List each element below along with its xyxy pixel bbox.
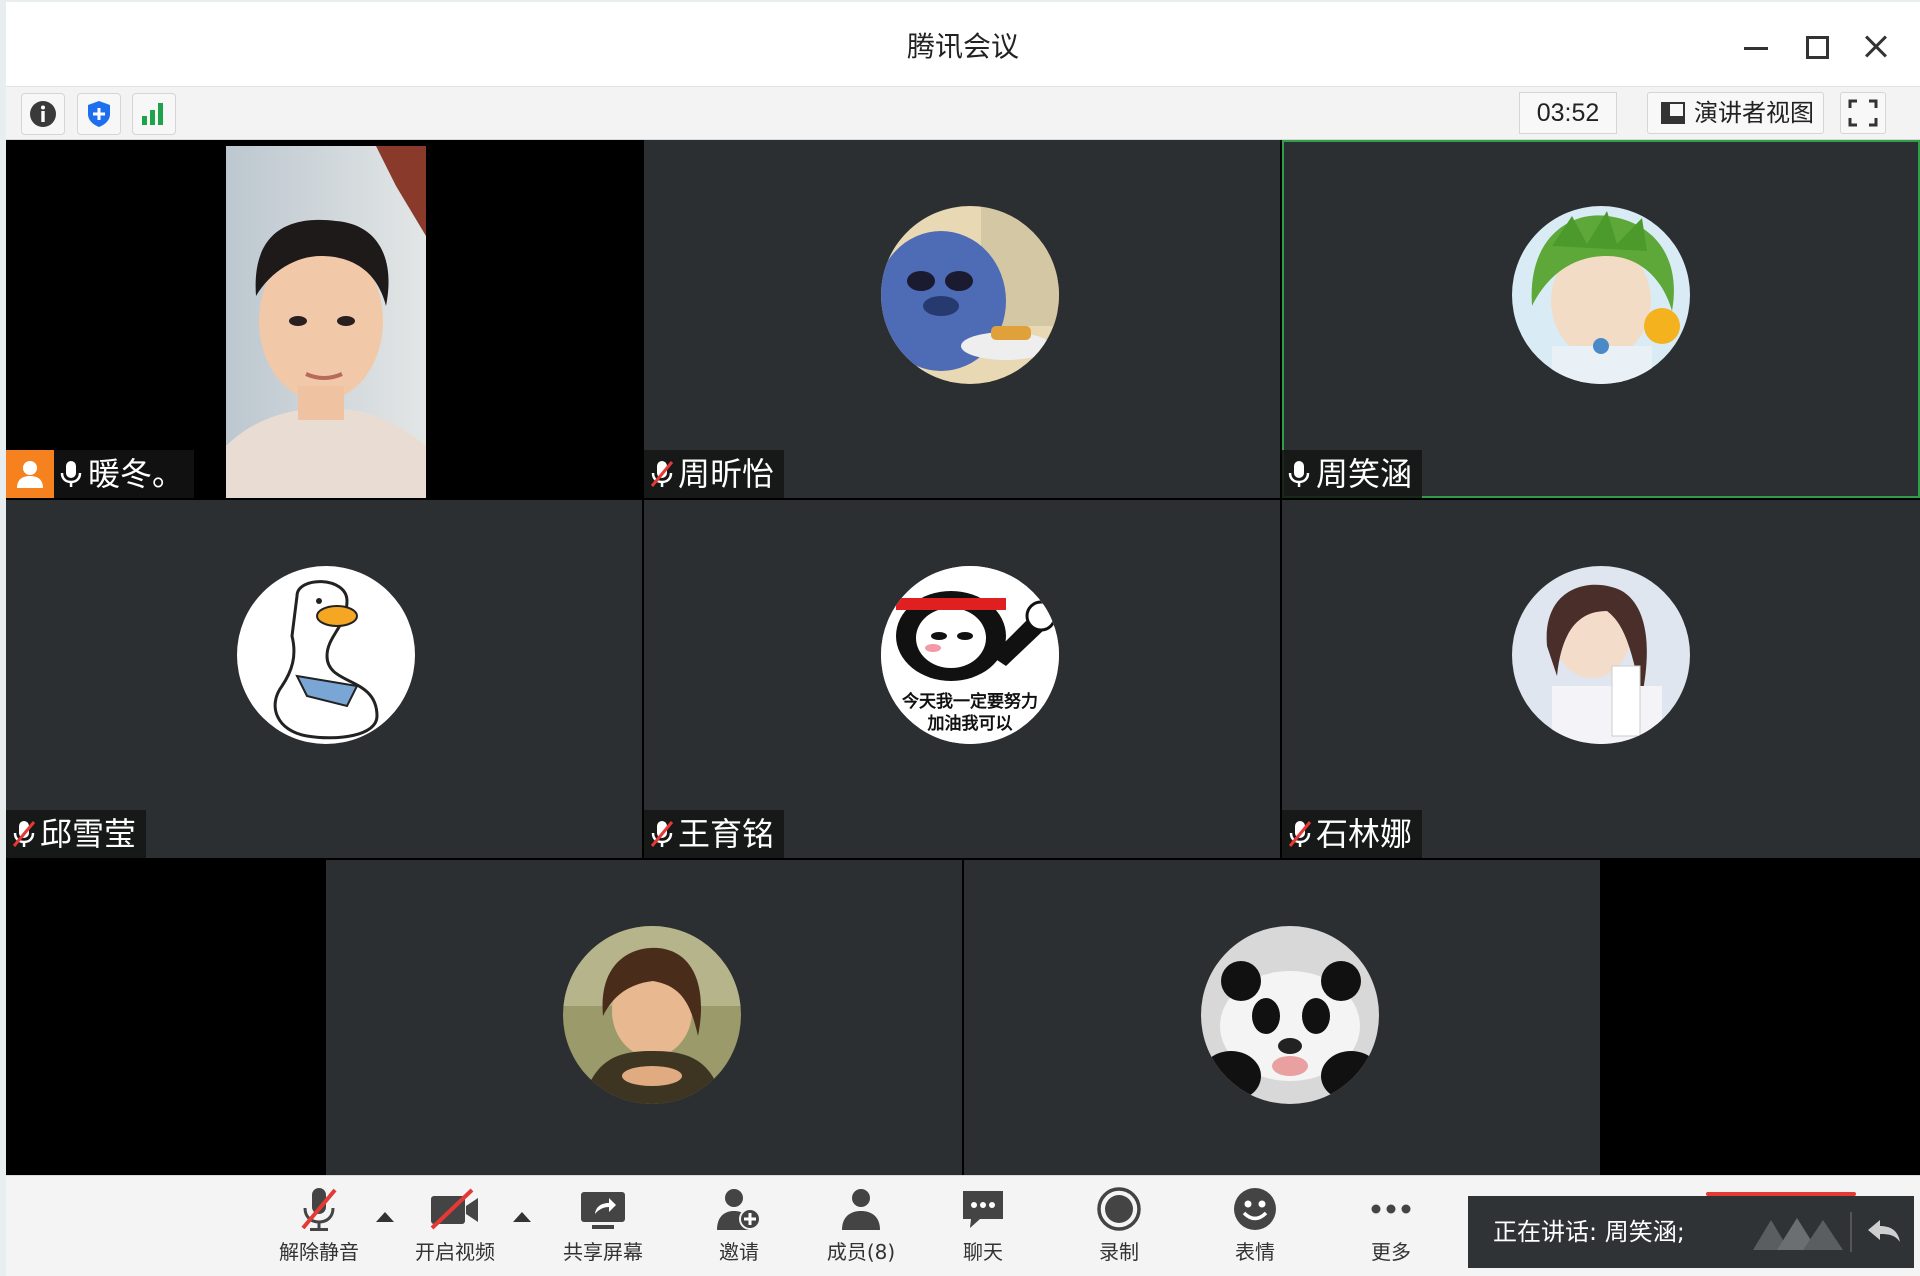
share-screen-button[interactable]: 共享屏幕 bbox=[548, 1186, 658, 1272]
fullscreen-icon bbox=[1848, 99, 1878, 127]
avatar bbox=[881, 206, 1059, 384]
camera-off-icon bbox=[430, 1188, 478, 1230]
avatar: 今天我一定要努力 加油我可以 bbox=[881, 566, 1059, 744]
participant-name-tag: 暖冬。 bbox=[6, 450, 195, 498]
emoji-icon bbox=[1234, 1188, 1276, 1230]
participant-name: 王育铭 bbox=[678, 815, 775, 853]
close-button[interactable] bbox=[1856, 26, 1896, 66]
shield-icon bbox=[88, 101, 110, 127]
host-icon bbox=[17, 461, 43, 488]
minimize-button[interactable] bbox=[1736, 26, 1776, 66]
members-icon bbox=[842, 1189, 880, 1230]
avatar-caption-line-1: 今天我一定要努力 bbox=[902, 692, 1038, 712]
video-tile-host[interactable]: 暖冬。 bbox=[6, 140, 642, 498]
unmute-label: 解除静音 bbox=[279, 1240, 359, 1264]
start-video-button[interactable]: 开启视频 bbox=[400, 1186, 510, 1272]
avatar bbox=[237, 566, 415, 744]
layout-icon bbox=[1661, 102, 1685, 124]
participant-name-tag: 周昕怡 bbox=[644, 450, 785, 498]
bottom-toolbar: 解除静音 开启视频 共享屏幕 邀请 成员(8) 聊天 录制 表情 更多 正在讲话… bbox=[6, 1175, 1920, 1276]
avatar bbox=[1512, 566, 1690, 744]
invite-label: 邀请 bbox=[719, 1240, 759, 1264]
invite-icon bbox=[717, 1189, 761, 1230]
more-label: 更多 bbox=[1371, 1240, 1411, 1264]
more-button[interactable]: 更多 bbox=[1336, 1186, 1446, 1272]
mic-on-icon bbox=[54, 450, 88, 498]
meeting-timer: 03:52 bbox=[1519, 92, 1617, 134]
avatar-caption-line-2: 加油我可以 bbox=[927, 714, 1013, 734]
mic-muted-icon bbox=[6, 810, 40, 858]
chat-icon bbox=[963, 1191, 1003, 1228]
speaker-view-label: 演讲者视图 bbox=[1694, 99, 1814, 127]
video-tile-active-speaker[interactable]: 周笑涵 bbox=[1282, 140, 1920, 498]
reaction-button[interactable]: 表情 bbox=[1200, 1186, 1310, 1272]
info-icon bbox=[30, 101, 56, 127]
signal-icon bbox=[142, 103, 163, 125]
speaker-view-button[interactable]: 演讲者视图 bbox=[1647, 92, 1824, 134]
participant-name: 周笑涵 bbox=[1316, 455, 1413, 493]
now-speaking-panel: 正在讲话: 周笑涵; bbox=[1468, 1196, 1914, 1268]
participant-name: 邱雪莹 bbox=[40, 815, 137, 853]
video-tile[interactable]: 周昕怡 bbox=[644, 140, 1280, 498]
meeting-info-bar: 03:52 演讲者视图 bbox=[6, 87, 1920, 140]
record-button[interactable]: 录制 bbox=[1064, 1186, 1174, 1272]
chat-button[interactable]: 聊天 bbox=[928, 1186, 1038, 1272]
title-bar: 腾讯会议 bbox=[6, 2, 1920, 87]
participant-name: 石林娜 bbox=[1316, 815, 1413, 853]
video-tile[interactable]: 石林娜 bbox=[1282, 500, 1920, 858]
collapse-panel-button[interactable] bbox=[1864, 1214, 1904, 1250]
reaction-label: 表情 bbox=[1235, 1240, 1275, 1264]
members-label: 成员(8) bbox=[826, 1240, 896, 1264]
audio-options-arrow[interactable] bbox=[376, 1212, 394, 1222]
video-options-arrow[interactable] bbox=[513, 1212, 531, 1222]
back-arrow-icon bbox=[1868, 1220, 1900, 1242]
members-button[interactable]: 成员(8) bbox=[806, 1186, 916, 1272]
avatar bbox=[1201, 926, 1379, 1104]
participant-name-tag: 王育铭 bbox=[644, 810, 785, 858]
avatar bbox=[1512, 206, 1690, 384]
video-tile[interactable] bbox=[964, 860, 1600, 1175]
chat-label: 聊天 bbox=[963, 1240, 1003, 1264]
meeting-window: 腾讯会议 03:52 演讲者视图 暖冬。 周昕怡 周笑涵 邱雪莹 今天我一定要努… bbox=[6, 2, 1920, 1276]
invite-button[interactable]: 邀请 bbox=[684, 1186, 794, 1272]
maximize-button[interactable] bbox=[1796, 26, 1836, 66]
more-icon bbox=[1371, 1204, 1411, 1214]
share-screen-icon bbox=[581, 1192, 625, 1229]
avatar bbox=[563, 926, 741, 1104]
video-grid: 暖冬。 周昕怡 周笑涵 邱雪莹 今天我一定要努力 加油我可以 王育铭 石林娜 bbox=[6, 140, 1920, 1175]
share-screen-label: 共享屏幕 bbox=[563, 1240, 643, 1264]
video-tile[interactable]: 今天我一定要努力 加油我可以 王育铭 bbox=[644, 500, 1280, 858]
record-icon bbox=[1097, 1187, 1141, 1231]
now-speaking-text: 正在讲话: 周笑涵; bbox=[1493, 1218, 1685, 1246]
window-title: 腾讯会议 bbox=[906, 30, 1019, 63]
participant-name-tag: 邱雪莹 bbox=[6, 810, 147, 858]
network-status-button[interactable] bbox=[132, 93, 176, 135]
participant-name: 周昕怡 bbox=[678, 455, 775, 493]
mic-muted-icon bbox=[644, 810, 678, 858]
host-badge bbox=[6, 450, 54, 498]
unmute-button[interactable]: 解除静音 bbox=[264, 1186, 374, 1272]
start-video-label: 开启视频 bbox=[415, 1240, 495, 1264]
video-tile[interactable] bbox=[326, 860, 962, 1175]
camera-feed bbox=[226, 146, 426, 498]
security-button[interactable] bbox=[77, 93, 121, 135]
mic-on-icon bbox=[1282, 450, 1316, 498]
video-tile[interactable]: 邱雪莹 bbox=[6, 500, 642, 858]
mic-muted-icon bbox=[644, 450, 678, 498]
participant-name-tag: 石林娜 bbox=[1282, 810, 1423, 858]
panel-divider bbox=[1850, 1212, 1852, 1252]
mic-muted-icon bbox=[1282, 810, 1316, 858]
participant-name: 暖冬。 bbox=[88, 455, 185, 493]
record-label: 录制 bbox=[1099, 1240, 1139, 1264]
participant-name-tag: 周笑涵 bbox=[1282, 450, 1423, 498]
mic-muted-icon bbox=[301, 1188, 337, 1231]
meeting-info-button[interactable] bbox=[21, 93, 65, 135]
fullscreen-button[interactable] bbox=[1840, 92, 1886, 134]
decorative-shapes bbox=[1753, 1218, 1843, 1250]
